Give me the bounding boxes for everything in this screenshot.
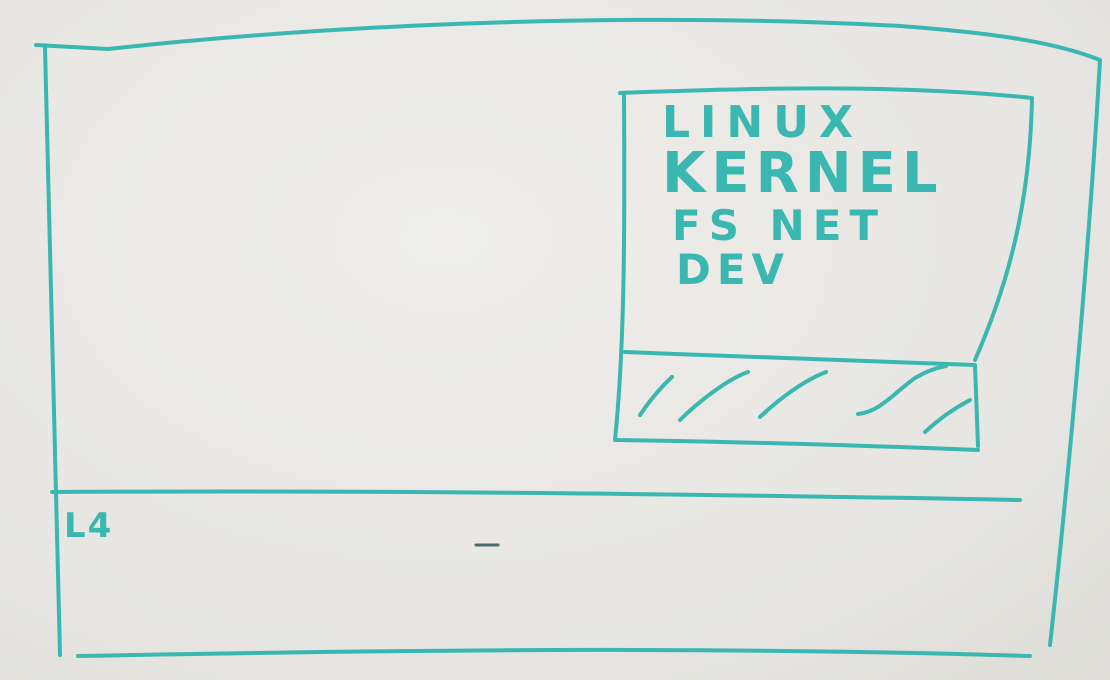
kernel-box-title-line-2: KERNEL — [662, 141, 944, 206]
kernel-box-title-line-4: DEV — [676, 245, 790, 294]
bottom-strip-label: L4 — [64, 506, 113, 546]
divider-line — [50, 489, 1022, 502]
whiteboard: LINUX KERNEL FS NET DEV L4 — [0, 0, 1110, 680]
hatch-stroke — [856, 364, 948, 416]
hatch-stroke — [923, 398, 972, 434]
hatch-stroke — [678, 370, 750, 422]
outer-frame — [34, 17, 1102, 658]
whiteboard-sketch: LINUX KERNEL FS NET DEV L4 — [34, 17, 1102, 658]
hatch-stroke — [758, 370, 828, 419]
kernel-box-title-line-3: FS NET — [672, 201, 886, 250]
hatch-stroke — [638, 375, 674, 417]
